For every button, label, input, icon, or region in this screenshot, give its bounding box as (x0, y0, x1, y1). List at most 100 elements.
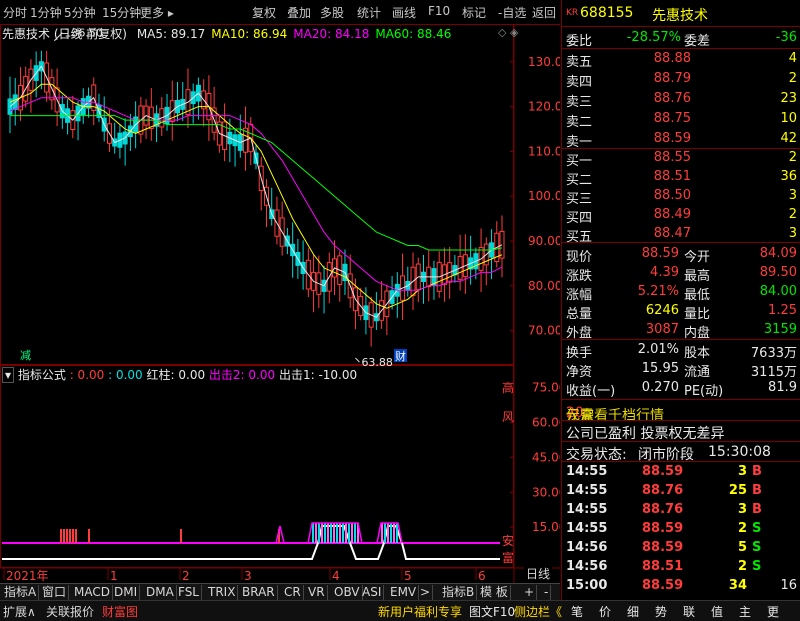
indicator-tab[interactable]: + (522, 585, 538, 600)
order-row[interactable]: 买二 88.51 36 (562, 167, 800, 188)
order-price: 88.50 (653, 188, 691, 203)
toolbar-item[interactable]: 返回 (532, 4, 556, 21)
toolbar-item[interactable]: 统计 (357, 4, 381, 21)
indicator-tab[interactable]: EMV (388, 585, 420, 600)
toolbar-item[interactable]: 5分钟 (64, 4, 96, 21)
side-nav-2[interactable]: 细 (627, 603, 639, 620)
stat-value: 6246 (645, 303, 679, 318)
toolbar-item[interactable]: F10 (428, 4, 450, 18)
indicator-tab[interactable]: TRIX (206, 585, 239, 600)
low-marker: 63.88 (361, 356, 393, 369)
tick-volume: 25 (728, 483, 747, 498)
toolbar-item[interactable]: 叠加 (287, 4, 311, 21)
quote-header[interactable]: KR 688155 先惠技术 (562, 3, 800, 24)
toolbar-item[interactable]: 更多 ▸ (140, 4, 174, 21)
tick-side: S (752, 559, 762, 574)
indicator-tab[interactable]: DMA (144, 585, 177, 600)
toolbar-item[interactable]: 多股 (320, 4, 344, 21)
indicator-tab[interactable]: DMI (112, 585, 141, 600)
tick-row: 14:56 88.51 2 S (562, 557, 800, 577)
promo-link[interactable]: 仅需 20 元查看千档行情 (562, 401, 800, 424)
status-item[interactable]: 财富图 (102, 603, 138, 620)
order-row[interactable]: 买四 88.49 2 (562, 205, 800, 226)
indicator-tick-label: 15.00 (532, 520, 560, 534)
order-label: 卖五 (566, 55, 593, 70)
stat-row: 净资 15.95 流通 3115万 (562, 359, 800, 380)
indicator-tab[interactable]: BRAR (240, 585, 278, 600)
indicator-tick-label: 75.00 (532, 381, 560, 395)
date-label: 3 (244, 569, 252, 583)
indicator-plot: 高风安富 (2, 380, 514, 565)
indicator-tab[interactable]: > (418, 585, 434, 600)
order-volume: 2 (788, 207, 797, 222)
stat-value: 84.09 (759, 246, 797, 261)
order-row[interactable]: 卖二 88.75 10 (562, 109, 800, 130)
side-nav-1[interactable]: 价 (599, 603, 611, 620)
side-nav-3[interactable]: 势 (655, 603, 667, 620)
chart-options-icon[interactable]: ◇ ◈ (498, 26, 518, 39)
toolbar-item[interactable]: 标记 (462, 4, 486, 21)
order-row[interactable]: 卖一 88.59 42 (562, 129, 800, 150)
tick-volume: 3 (737, 502, 747, 517)
side-nav-7[interactable]: 更 (767, 603, 779, 620)
status-item[interactable]: 图文F10 (469, 603, 515, 620)
indicator-tick-label: 30.00 (532, 485, 560, 499)
indicator-tab[interactable]: 模 板 (478, 585, 511, 600)
toolbar-item[interactable]: 画线 (392, 4, 416, 21)
order-row[interactable]: 买五 88.47 3 (562, 224, 800, 245)
stat-value: 84.00 (759, 284, 797, 299)
indicator-red-bar (75, 529, 77, 543)
indicator-tab[interactable]: - (542, 585, 552, 600)
weibi-row: 委比 -28.57% 委差 -36 (562, 28, 800, 49)
tick-side: S (752, 540, 762, 555)
indicator-red-bar (69, 529, 71, 543)
indicator-bar (348, 523, 350, 543)
side-nav-5[interactable]: 值 (711, 603, 723, 620)
order-row[interactable]: 买三 88.50 3 (562, 186, 800, 207)
indicator-tab[interactable]: ASI (360, 585, 385, 600)
indicator-tab[interactable]: VR (306, 585, 328, 600)
indicator-selector[interactable]: ▾ (2, 367, 15, 383)
sell-marker[interactable]: 减 (20, 349, 31, 362)
indicator-bar (327, 523, 329, 543)
order-price: 88.49 (653, 207, 691, 222)
toolbar-item[interactable]: 分时 (3, 4, 27, 21)
stat-row: 换手 2.01% 股本 7633万 (562, 340, 800, 361)
order-row[interactable]: 卖四 88.79 2 (562, 69, 800, 90)
toolbar-item[interactable]: 复权 (252, 4, 276, 21)
kline-chart[interactable]: 136.5063.88减财 高风安富 130.0120.0110.0100.09… (0, 24, 560, 594)
order-row[interactable]: 卖五 88.88 4 (562, 49, 800, 70)
status-item[interactable]: 侧边栏《 (514, 603, 562, 620)
indicator-tab[interactable]: OBV (332, 585, 363, 600)
toolbar-item[interactable]: 1分钟 (30, 4, 62, 21)
tick-row: 14:55 88.59 2 S (562, 519, 800, 539)
order-row[interactable]: 卖三 88.76 23 (562, 89, 800, 110)
indicator-tab[interactable]: FSL (176, 585, 202, 600)
stat-value: 88.59 (641, 246, 679, 261)
side-nav-4[interactable]: 联 (683, 603, 695, 620)
order-volume: 42 (780, 131, 797, 146)
indicator-legend[interactable]: ▾ 指标公式 : 0.00 : 0.00 红柱: 0.00 出击2: 0.00 … (2, 366, 357, 383)
indicator-tab[interactable]: 指标B (440, 585, 478, 600)
side-nav-6[interactable]: 主 (739, 603, 751, 620)
order-row[interactable]: 买一 88.55 2 (562, 148, 800, 169)
toolbar-item[interactable]: 15分钟 (102, 4, 141, 21)
indicator-tab[interactable]: 日线 (524, 567, 553, 582)
indicator-tab[interactable]: CR (282, 585, 304, 600)
status-item[interactable]: 扩展∧ (3, 603, 36, 620)
indicator-tab[interactable]: MACD (72, 585, 113, 600)
trade-time: 15:30:08 (708, 444, 771, 460)
toolbar-item[interactable]: -自选 (498, 4, 526, 21)
stat-value: 4.39 (650, 265, 679, 280)
tick-volume: 34 (728, 578, 747, 593)
side-nav-0[interactable]: 笔 (571, 603, 583, 620)
low-marker-line (355, 357, 360, 363)
status-item[interactable]: 关联报价 (46, 603, 94, 620)
indicator-side-label: 风 (502, 410, 514, 424)
stock-name: 先惠技术 (652, 8, 708, 24)
indicator-tab[interactable]: 指标A (2, 585, 40, 600)
tick-price: 88.59 (642, 540, 684, 555)
status-item[interactable]: 新用户福利专享 (378, 603, 462, 620)
indicator-tab[interactable]: 窗口 (40, 585, 70, 600)
fin-marker[interactable]: 财 (395, 349, 406, 363)
